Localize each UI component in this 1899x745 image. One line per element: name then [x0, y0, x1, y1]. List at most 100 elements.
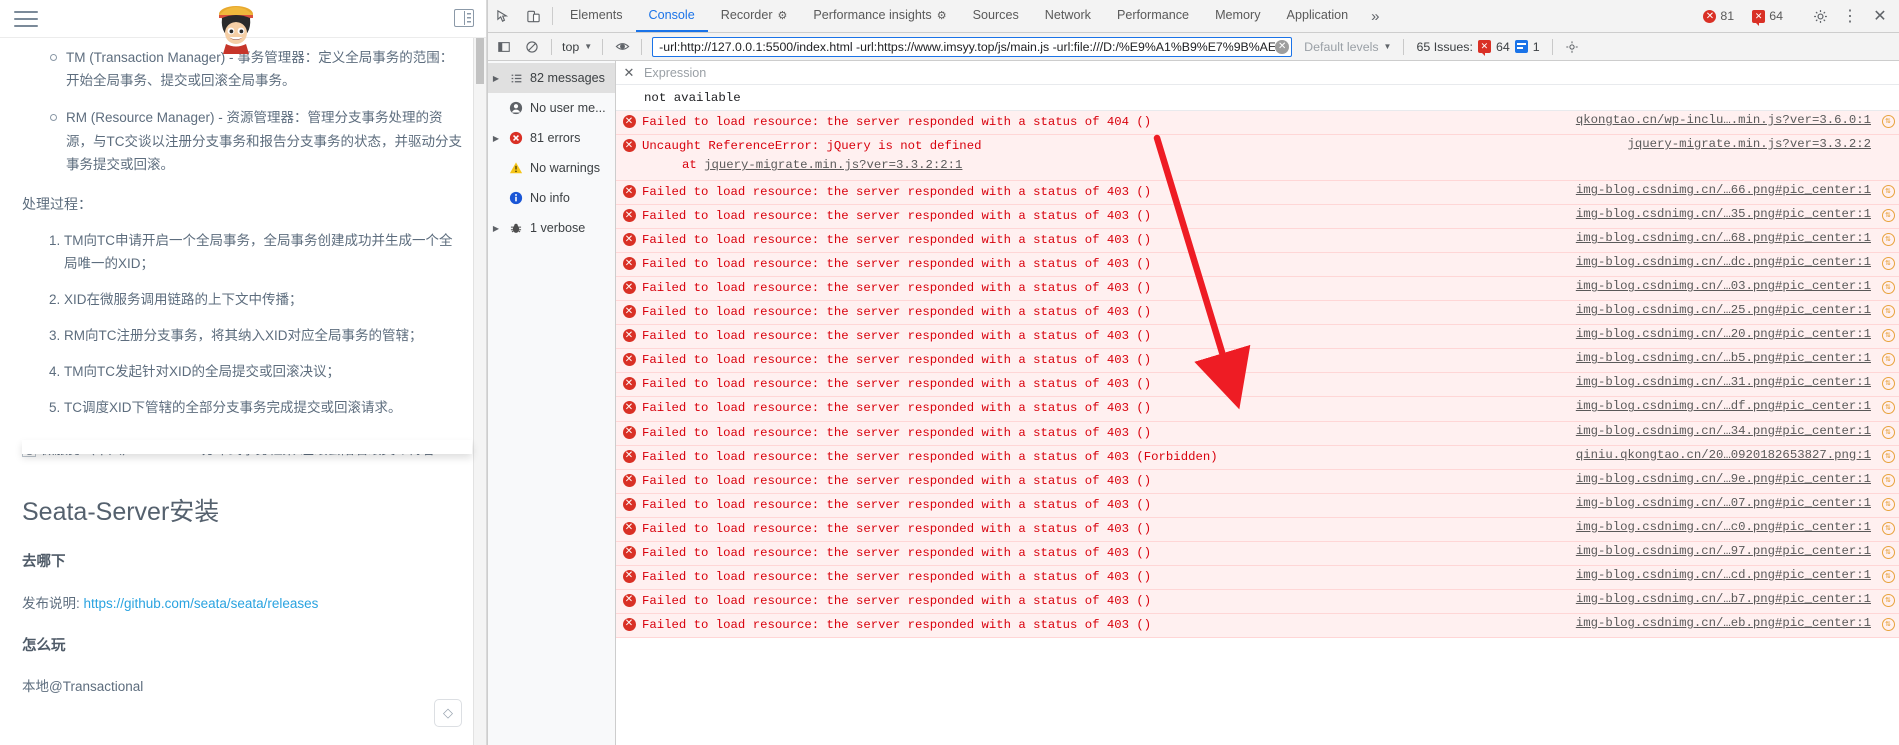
live-expression-eye-icon[interactable] — [609, 35, 635, 59]
console-message-row[interactable]: ✕ Failed to load resource: the server re… — [616, 469, 1899, 494]
tab-recorder[interactable]: Recorder ⚙ — [708, 0, 801, 32]
issue-badge[interactable]: ⇅ — [1877, 303, 1899, 319]
console-message-row[interactable]: ✕ Failed to load resource: the server re… — [616, 229, 1899, 254]
issue-badge[interactable]: ⇅ — [1877, 424, 1899, 439]
console-filter-input[interactable]: -url:http://127.0.0.1:5500/index.html -u… — [659, 40, 1275, 54]
console-message-list[interactable]: ✕ Expression not available ✕ Failed to l… — [616, 61, 1899, 745]
execution-context-selector[interactable]: top ▼ — [558, 40, 596, 54]
console-message-source-link[interactable]: qiniu.qkongtao.cn/20…0920182653827.png:1 — [1576, 448, 1877, 462]
console-message-row[interactable]: ✕ Failed to load resource: the server re… — [616, 421, 1899, 446]
open-issue-icon[interactable]: ⇅ — [1881, 521, 1895, 535]
open-issue-icon[interactable]: ⇅ — [1881, 425, 1895, 439]
tab-performance[interactable]: Performance — [1104, 0, 1202, 32]
issues-summary[interactable]: 65 Issues: ✕ 64 1 — [1410, 40, 1545, 56]
console-message-row[interactable]: ✕ Failed to load resource: the server re… — [616, 445, 1899, 470]
console-message-source-link[interactable]: img-blog.csdnimg.cn/…25.png#pic_center:1 — [1576, 303, 1877, 317]
issue-badge[interactable]: ⇅ — [1877, 472, 1899, 487]
open-issue-icon[interactable]: ⇅ — [1881, 257, 1895, 271]
open-issue-icon[interactable]: ⇅ — [1881, 209, 1895, 223]
open-issue-icon[interactable]: ⇅ — [1881, 281, 1895, 295]
console-message-source-link[interactable]: img-blog.csdnimg.cn/…c0.png#pic_center:1 — [1576, 520, 1877, 534]
console-message-source-link[interactable]: img-blog.csdnimg.cn/…df.png#pic_center:1 — [1576, 399, 1877, 413]
log-levels-selector[interactable]: Default levels ▼ — [1298, 40, 1397, 54]
hamburger-icon[interactable] — [14, 10, 38, 27]
open-issue-icon[interactable]: ⇅ — [1881, 545, 1895, 559]
console-message-source-link[interactable]: img-blog.csdnimg.cn/…35.png#pic_center:1 — [1576, 207, 1877, 221]
close-icon[interactable]: ✕ — [622, 65, 636, 81]
issue-badge[interactable]: ⇅ — [1877, 375, 1899, 391]
sidebar-item-info[interactable]: ▶ No info — [488, 183, 615, 213]
console-message-source-link[interactable]: img-blog.csdnimg.cn/…97.png#pic_center:1 — [1576, 544, 1877, 558]
clear-filter-icon[interactable]: ✕ — [1275, 39, 1290, 54]
open-issue-icon[interactable]: ⇅ — [1881, 401, 1895, 415]
issue-badge[interactable]: ⇅ — [1877, 496, 1899, 511]
console-message-source-link[interactable]: img-blog.csdnimg.cn/…68.png#pic_center:1 — [1576, 231, 1877, 245]
open-issue-icon[interactable]: ⇅ — [1881, 617, 1895, 631]
console-filter-input-wrap[interactable]: -url:http://127.0.0.1:5500/index.html -u… — [652, 36, 1293, 57]
open-issue-icon[interactable]: ⇅ — [1881, 305, 1895, 319]
console-message-source-link[interactable]: img-blog.csdnimg.cn/…20.png#pic_center:1 — [1576, 327, 1877, 341]
issue-badge[interactable]: ⇅ — [1877, 616, 1899, 631]
console-message-row[interactable]: ✕ Failed to load resource: the server re… — [616, 205, 1899, 230]
panel-toggle-icon[interactable] — [454, 9, 474, 27]
console-message-row[interactable]: ✕ Failed to load resource: the server re… — [616, 517, 1899, 542]
console-message-source-link[interactable]: img-blog.csdnimg.cn/…9e.png#pic_center:1 — [1576, 472, 1877, 486]
open-issue-icon[interactable]: ⇅ — [1881, 185, 1895, 199]
close-icon[interactable]: ✕ — [1867, 6, 1893, 26]
issue-badge[interactable]: ⇅ — [1877, 255, 1899, 271]
chevron-right-icon[interactable]: ▶ — [490, 74, 502, 83]
tab-network[interactable]: Network — [1032, 0, 1104, 32]
chevron-right-icon[interactable]: ▶ — [490, 134, 502, 143]
issue-badge[interactable]: ⇅ — [1877, 183, 1899, 199]
console-message-row[interactable]: ✕ Failed to load resource: the server re… — [616, 565, 1899, 590]
console-message-source-link[interactable]: jquery-migrate.min.js?ver=3.3.2:2 — [1627, 137, 1877, 151]
tab-elements[interactable]: Elements — [557, 0, 636, 32]
issue-badge[interactable]: ⇅ — [1877, 448, 1899, 463]
chevron-double-right-icon[interactable]: » — [1361, 0, 1389, 32]
console-message-source-link[interactable]: img-blog.csdnimg.cn/…eb.png#pic_center:1 — [1576, 616, 1877, 630]
issue-badge[interactable]: ⇅ — [1877, 113, 1899, 128]
console-message-source-link[interactable]: img-blog.csdnimg.cn/…cd.png#pic_center:1 — [1576, 568, 1877, 582]
console-message-row[interactable]: ✕ Failed to load resource: the server re… — [616, 613, 1899, 638]
inspect-element-icon[interactable] — [488, 0, 518, 32]
console-settings-icon[interactable] — [1559, 35, 1585, 59]
open-issue-icon[interactable]: ⇅ — [1881, 329, 1895, 343]
open-issue-icon[interactable]: ⇅ — [1881, 377, 1895, 391]
issue-badge[interactable]: ⇅ — [1877, 327, 1899, 343]
console-message-source-link[interactable]: img-blog.csdnimg.cn/…66.png#pic_center:1 — [1576, 183, 1877, 197]
clear-console-icon[interactable] — [519, 35, 545, 59]
gear-icon[interactable] — [1807, 9, 1833, 24]
console-message-row[interactable]: ✕ Failed to load resource: the server re… — [616, 301, 1899, 326]
open-issue-icon[interactable]: ⇅ — [1881, 115, 1895, 128]
console-message-source-link[interactable]: img-blog.csdnimg.cn/…dc.png#pic_center:1 — [1576, 255, 1877, 269]
device-toolbar-icon[interactable] — [518, 0, 548, 32]
console-message-row[interactable]: ✕ Failed to load resource: the server re… — [616, 253, 1899, 278]
issue-badge[interactable]: ⇅ — [1877, 351, 1899, 367]
sidebar-item-user-messages[interactable]: ▶ No user me... — [488, 93, 615, 123]
sidebar-item-verbose[interactable]: ▶ 1 verbose — [488, 213, 615, 243]
issue-badge[interactable]: ⇅ — [1877, 231, 1899, 247]
console-message-source-link[interactable]: img-blog.csdnimg.cn/…b7.png#pic_center:1 — [1576, 592, 1877, 606]
tab-console[interactable]: Console — [635, 0, 708, 32]
console-message-row[interactable]: ✕ Failed to load resource: the server re… — [616, 325, 1899, 350]
console-message-row[interactable]: ✕ Failed to load resource: the server re… — [616, 541, 1899, 566]
tab-memory[interactable]: Memory — [1202, 0, 1273, 32]
issue-badge[interactable]: ⇅ — [1877, 520, 1899, 535]
console-message-source-link[interactable]: img-blog.csdnimg.cn/…b5.png#pic_center:1 — [1576, 351, 1877, 365]
console-message-source-link[interactable]: img-blog.csdnimg.cn/…31.png#pic_center:1 — [1576, 375, 1877, 389]
issue-badge[interactable]: ⇅ — [1877, 568, 1899, 583]
open-issue-icon[interactable]: ⇅ — [1881, 449, 1895, 463]
console-message-row[interactable]: ✕ Failed to load resource: the server re… — [616, 589, 1899, 614]
open-issue-icon[interactable]: ⇅ — [1881, 593, 1895, 607]
issue-badge[interactable]: ⇅ — [1877, 399, 1899, 415]
open-issue-icon[interactable]: ⇅ — [1881, 353, 1895, 367]
console-message-row[interactable]: ✕ Failed to load resource: the server re… — [616, 373, 1899, 398]
tab-sources[interactable]: Sources — [960, 0, 1032, 32]
console-message-row[interactable]: ✕ Failed to load resource: the server re… — [616, 349, 1899, 374]
console-message-row[interactable]: ✕ Uncaught ReferenceError: jQuery is not… — [616, 135, 1899, 182]
console-message-row[interactable]: ✕ Failed to load resource: the server re… — [616, 493, 1899, 518]
console-message-source-link[interactable]: img-blog.csdnimg.cn/…07.png#pic_center:1 — [1576, 496, 1877, 510]
issue-badge[interactable]: ⇅ — [1877, 544, 1899, 559]
chevron-right-icon[interactable]: ▶ — [490, 224, 502, 233]
console-sidebar-toggle-icon[interactable] — [491, 35, 517, 59]
